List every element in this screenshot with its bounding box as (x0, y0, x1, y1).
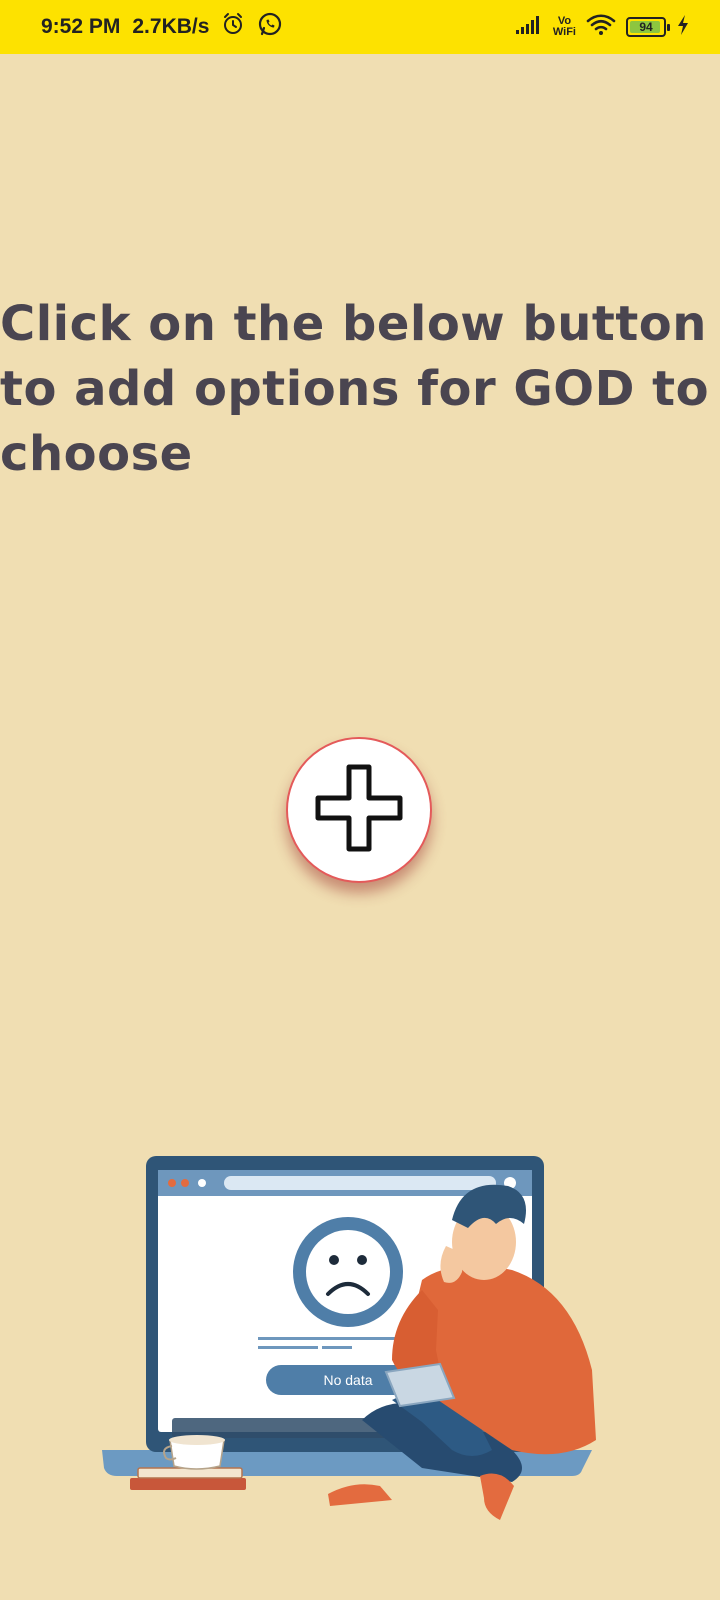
alarm-icon (221, 12, 245, 42)
add-option-button[interactable] (286, 737, 432, 883)
wifi-icon (586, 13, 616, 42)
vowifi-indicator: Vo WiFi (553, 16, 576, 38)
whatsapp-icon (257, 11, 283, 43)
battery-level: 94 (639, 20, 653, 34)
battery-icon: 94 (626, 17, 670, 37)
status-bar: 9:52 PM 2.7KB/s Vo WiFi 94 (0, 0, 720, 54)
plus-icon (312, 761, 406, 859)
vowifi-bottom: WiFi (552, 26, 576, 38)
empty-state-prompt: Click on the below button to add options… (0, 296, 710, 482)
network-speed: 2.7KB/s (132, 15, 210, 38)
signal-icon (515, 15, 543, 40)
charging-icon (676, 14, 690, 41)
no-data-illustration: No data (92, 1150, 622, 1550)
no-data-label: No data (323, 1372, 372, 1388)
status-time: 9:52 PM (41, 15, 121, 38)
